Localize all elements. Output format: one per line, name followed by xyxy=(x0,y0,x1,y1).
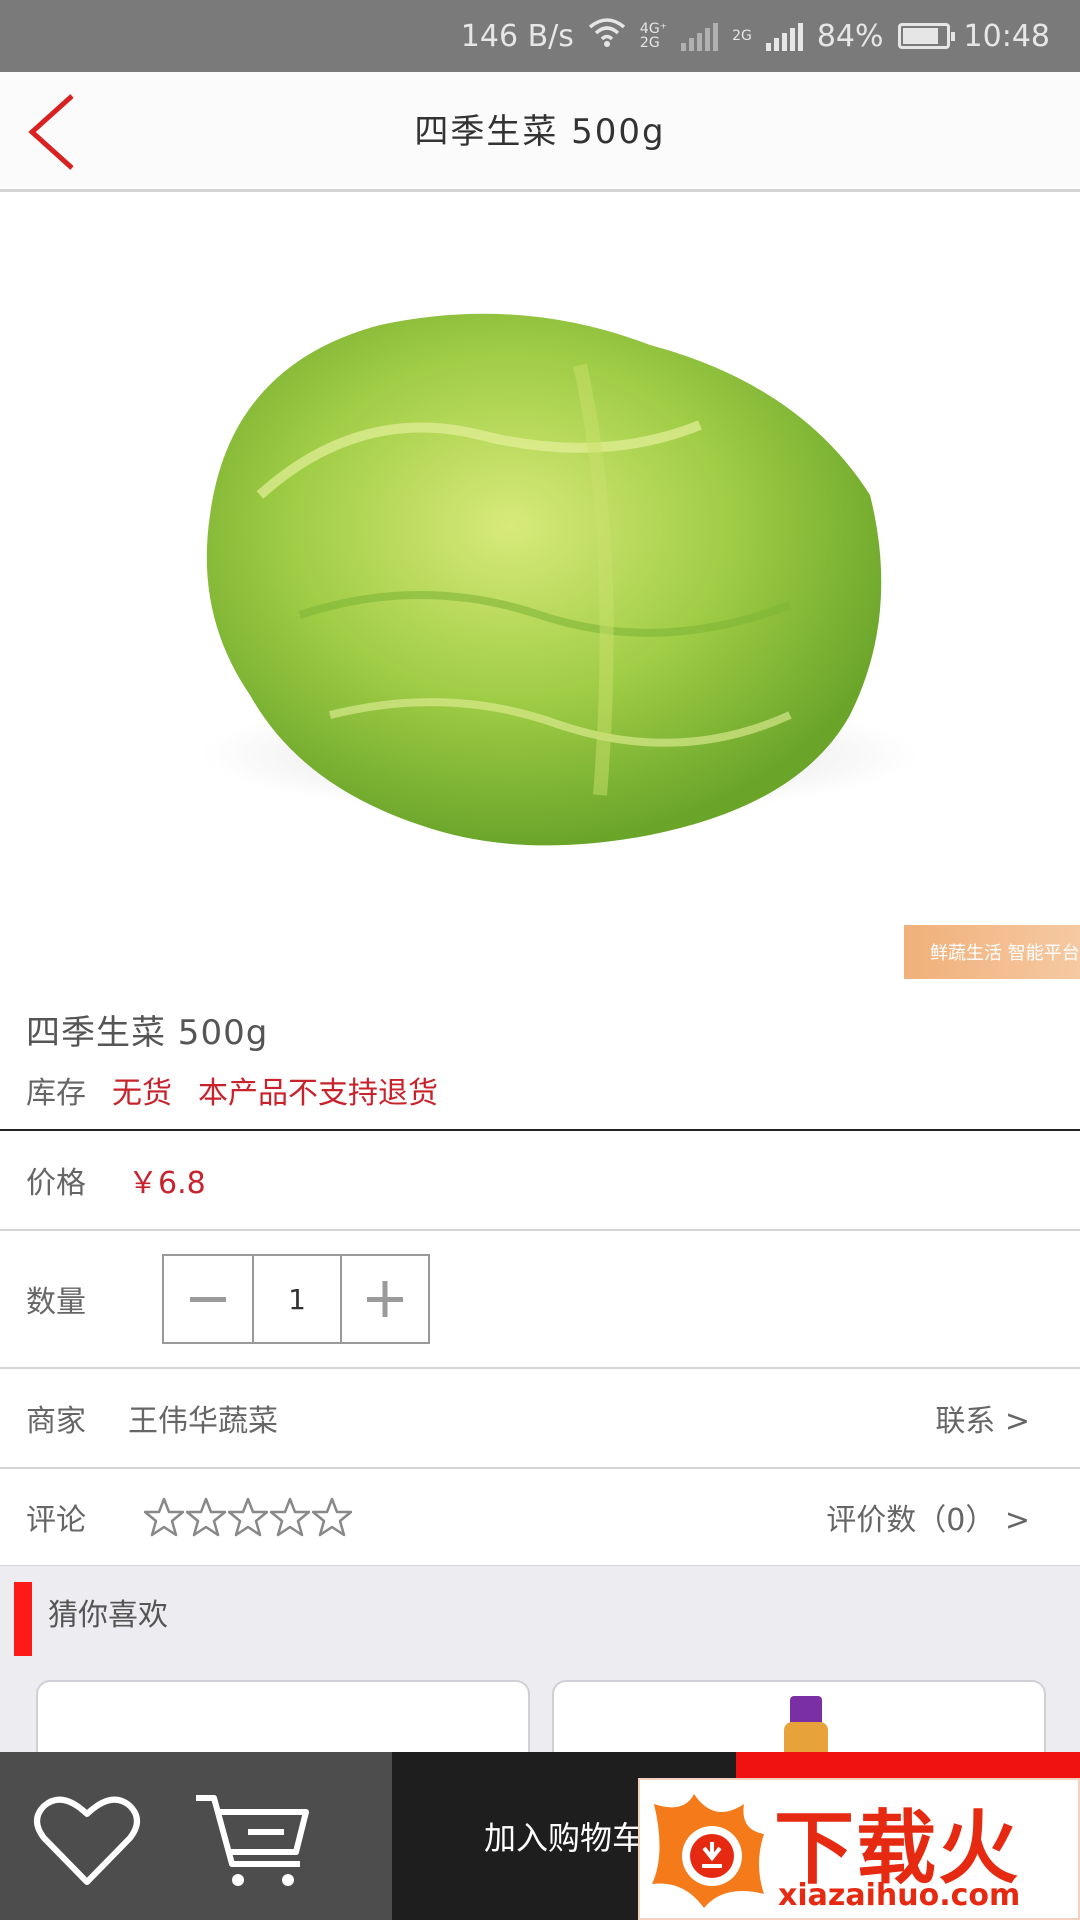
plus-icon xyxy=(367,1281,403,1317)
net-speed: 146 B/s xyxy=(460,18,574,54)
stock-status: 无货 xyxy=(112,1076,172,1111)
watermark-overlay: 下载火 xiazaihuo.com xyxy=(638,1778,1080,1920)
rating-stars xyxy=(144,1497,352,1537)
price-label: 价格 xyxy=(26,1166,86,1201)
minus-icon xyxy=(190,1297,226,1302)
network-type-1: 4G⁺ 2G xyxy=(639,21,668,51)
watermark-badge: 鲜蔬生活 智能平台 xyxy=(904,925,1080,979)
network-type-2: 2G xyxy=(732,28,752,44)
stock-label: 库存 xyxy=(26,1076,86,1111)
decrement-button[interactable] xyxy=(164,1256,252,1342)
merchant-name: 王伟华蔬菜 xyxy=(128,1404,278,1439)
merchant-label: 商家 xyxy=(26,1404,86,1439)
signal-icon-2 xyxy=(765,21,803,51)
price-row: 价格 ￥6.8 xyxy=(0,1131,1080,1231)
star-icon xyxy=(312,1497,352,1537)
recommend-section: 猜你喜欢 xyxy=(0,1566,1080,1776)
review-row: 评论 评价数（0） > xyxy=(0,1469,1080,1567)
merchant-row: 商家 王伟华蔬菜 联系 > xyxy=(0,1369,1080,1469)
battery-percent: 84% xyxy=(816,18,884,54)
star-icon xyxy=(186,1497,226,1537)
cart-icon[interactable] xyxy=(192,1790,312,1890)
signal-icon-1 xyxy=(681,21,719,51)
heart-icon[interactable] xyxy=(32,1790,142,1890)
bottom-icons xyxy=(0,1752,392,1920)
wifi-icon xyxy=(588,17,626,55)
star-icon xyxy=(270,1497,310,1537)
quantity-row: 数量 1 xyxy=(0,1231,1080,1369)
flame-logo-icon xyxy=(652,1794,764,1908)
product-image[interactable]: 鲜蔬生活 智能平台 xyxy=(0,195,1080,980)
review-count-link[interactable]: 评价数（0） > xyxy=(826,1495,1030,1539)
status-bar: 146 B/s 4G⁺ 2G 2G 84% 10:48 xyxy=(0,0,1080,72)
top-nav-bar: 四季生菜 500g xyxy=(0,72,1080,192)
review-label: 评论 xyxy=(26,1503,86,1538)
quantity-stepper: 1 xyxy=(162,1254,430,1344)
price-value: ￥6.8 xyxy=(128,1166,206,1201)
recommend-title: 猜你喜欢 xyxy=(48,1598,168,1633)
stock-line: 库存 无货 本产品不支持退货 xyxy=(26,1068,438,1112)
star-icon xyxy=(228,1497,268,1537)
clock: 10:48 xyxy=(963,18,1050,54)
contact-link[interactable]: 联系 > xyxy=(935,1396,1030,1440)
section-accent-bar xyxy=(14,1582,32,1656)
quantity-label: 数量 xyxy=(26,1285,86,1320)
star-icon xyxy=(144,1497,184,1537)
return-policy: 本产品不支持退货 xyxy=(198,1076,438,1111)
quantity-input[interactable]: 1 xyxy=(252,1256,340,1342)
product-info: 四季生菜 500g 库存 无货 本产品不支持退货 xyxy=(26,1005,438,1112)
battery-icon xyxy=(897,23,955,49)
increment-button[interactable] xyxy=(340,1256,428,1342)
lettuce-illustration xyxy=(200,313,920,846)
product-name: 四季生菜 500g xyxy=(26,1013,269,1053)
page-title: 四季生菜 500g xyxy=(414,112,666,152)
watermark-url: xiazaihuo.com xyxy=(778,1878,1021,1913)
